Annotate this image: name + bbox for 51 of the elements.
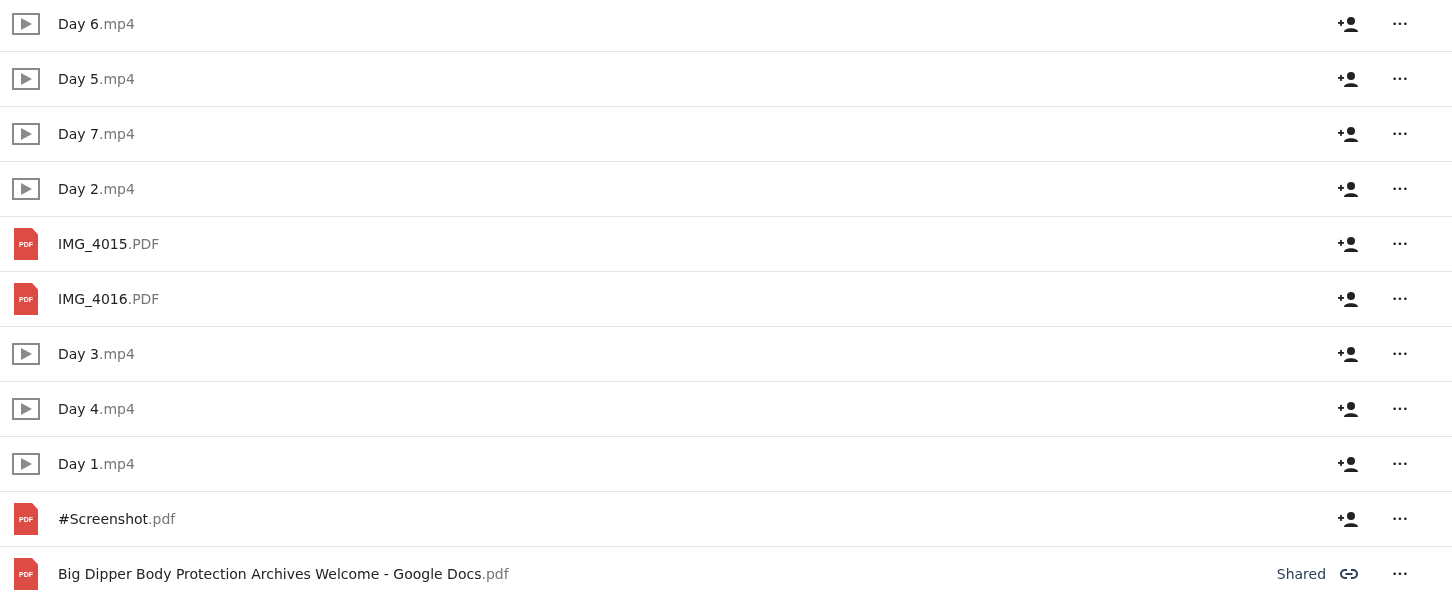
add-person-icon — [1338, 346, 1359, 362]
file-name[interactable]: Day 2.mp4 — [58, 181, 135, 197]
share-button[interactable] — [1336, 124, 1361, 144]
video-file-icon — [12, 68, 40, 90]
add-person-icon — [1338, 291, 1359, 307]
share-button[interactable] — [1336, 454, 1361, 474]
share-button[interactable] — [1336, 14, 1361, 34]
add-person-icon — [1338, 401, 1359, 417]
more-button[interactable]: ••• — [1390, 402, 1410, 416]
share-button[interactable] — [1336, 69, 1361, 89]
more-button[interactable]: ••• — [1390, 17, 1410, 31]
file-name[interactable]: IMG_4015.PDF — [58, 236, 160, 252]
share-button[interactable] — [1336, 344, 1361, 364]
file-name[interactable]: #Screenshot.pdf — [58, 511, 176, 527]
file-name[interactable]: Day 5.mp4 — [58, 71, 135, 87]
more-button[interactable]: ••• — [1390, 237, 1410, 251]
share-button[interactable] — [1336, 234, 1361, 254]
add-person-icon — [1338, 71, 1359, 87]
shared-label: Shared — [1276, 566, 1327, 582]
more-button[interactable]: ••• — [1390, 567, 1410, 581]
file-name[interactable]: Day 7.mp4 — [58, 126, 135, 142]
video-file-icon — [12, 398, 40, 420]
video-file-icon — [12, 123, 40, 145]
share-button[interactable] — [1336, 289, 1361, 309]
file-name[interactable]: Big Dipper Body Protection Archives Welcome - Google Docs.pdf — [58, 566, 509, 582]
add-person-icon — [1338, 126, 1359, 142]
share-button[interactable] — [1336, 509, 1361, 529]
file-name[interactable]: Day 4.mp4 — [58, 401, 135, 417]
video-file-icon — [12, 343, 40, 365]
add-person-icon — [1338, 181, 1359, 197]
add-person-icon — [1338, 236, 1359, 252]
more-button[interactable]: ••• — [1390, 292, 1410, 306]
more-button[interactable]: ••• — [1390, 457, 1410, 471]
more-button[interactable]: ••• — [1390, 182, 1410, 196]
add-person-icon — [1338, 16, 1359, 32]
video-file-icon — [12, 13, 40, 35]
more-button[interactable]: ••• — [1390, 512, 1410, 526]
file-name[interactable]: Day 1.mp4 — [58, 456, 135, 472]
file-name[interactable]: Day 6.mp4 — [58, 16, 135, 32]
share-button[interactable] — [1336, 179, 1361, 199]
link-icon — [1340, 567, 1359, 581]
file-name[interactable]: Day 3.mp4 — [58, 346, 135, 362]
video-file-icon — [12, 178, 40, 200]
file-name[interactable]: IMG_4016.PDF — [58, 291, 160, 307]
more-button[interactable]: ••• — [1390, 347, 1410, 361]
add-person-icon — [1338, 456, 1359, 472]
share-button[interactable] — [1336, 399, 1361, 419]
more-button[interactable]: ••• — [1390, 127, 1410, 141]
video-file-icon — [12, 453, 40, 475]
add-person-icon — [1338, 511, 1359, 527]
more-button[interactable]: ••• — [1390, 72, 1410, 86]
